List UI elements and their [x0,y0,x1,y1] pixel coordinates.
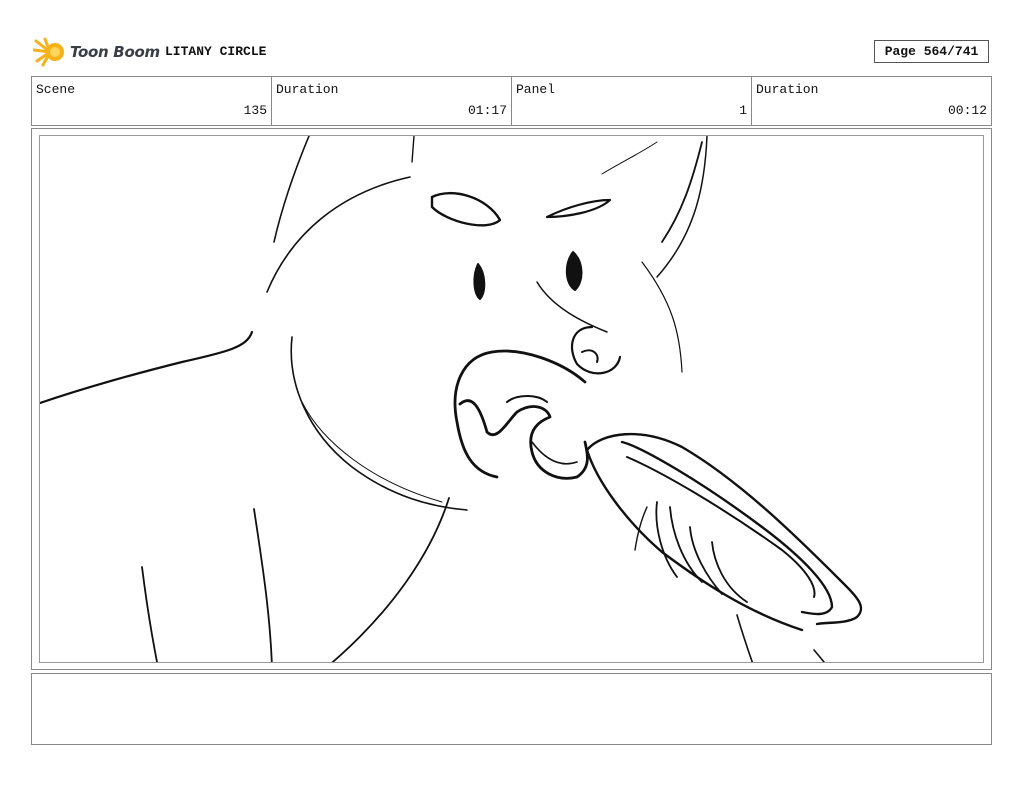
panel-duration-value: 00:12 [947,103,987,118]
panel-duration-cell: Duration 00:12 [752,77,991,125]
panel-label: Panel [516,82,556,97]
scene-duration-cell: Duration 01:17 [272,77,512,125]
panel-frame [31,128,992,670]
scene-duration-label: Duration [276,82,339,97]
project-title: LITANY CIRCLE [165,44,267,59]
panel-duration-label: Duration [756,82,819,97]
scene-value: 135 [243,103,267,118]
panel-sketch [40,136,863,662]
storyboard-panel [39,135,984,663]
info-row: Scene 135 Duration 01:17 Panel 1 Duratio… [31,76,992,126]
toon-boom-logo: Toon Boom [33,36,160,68]
starburst-icon [33,37,64,67]
panel-cell: Panel 1 [512,77,752,125]
scene-cell: Scene 135 [32,77,272,125]
brand-name: Toon Boom [70,43,160,61]
page-indicator: Page 564/741 [874,40,989,63]
notes-box [31,673,992,745]
panel-value: 1 [739,103,747,118]
scene-duration-value: 01:17 [467,103,507,118]
scene-label: Scene [36,82,76,97]
